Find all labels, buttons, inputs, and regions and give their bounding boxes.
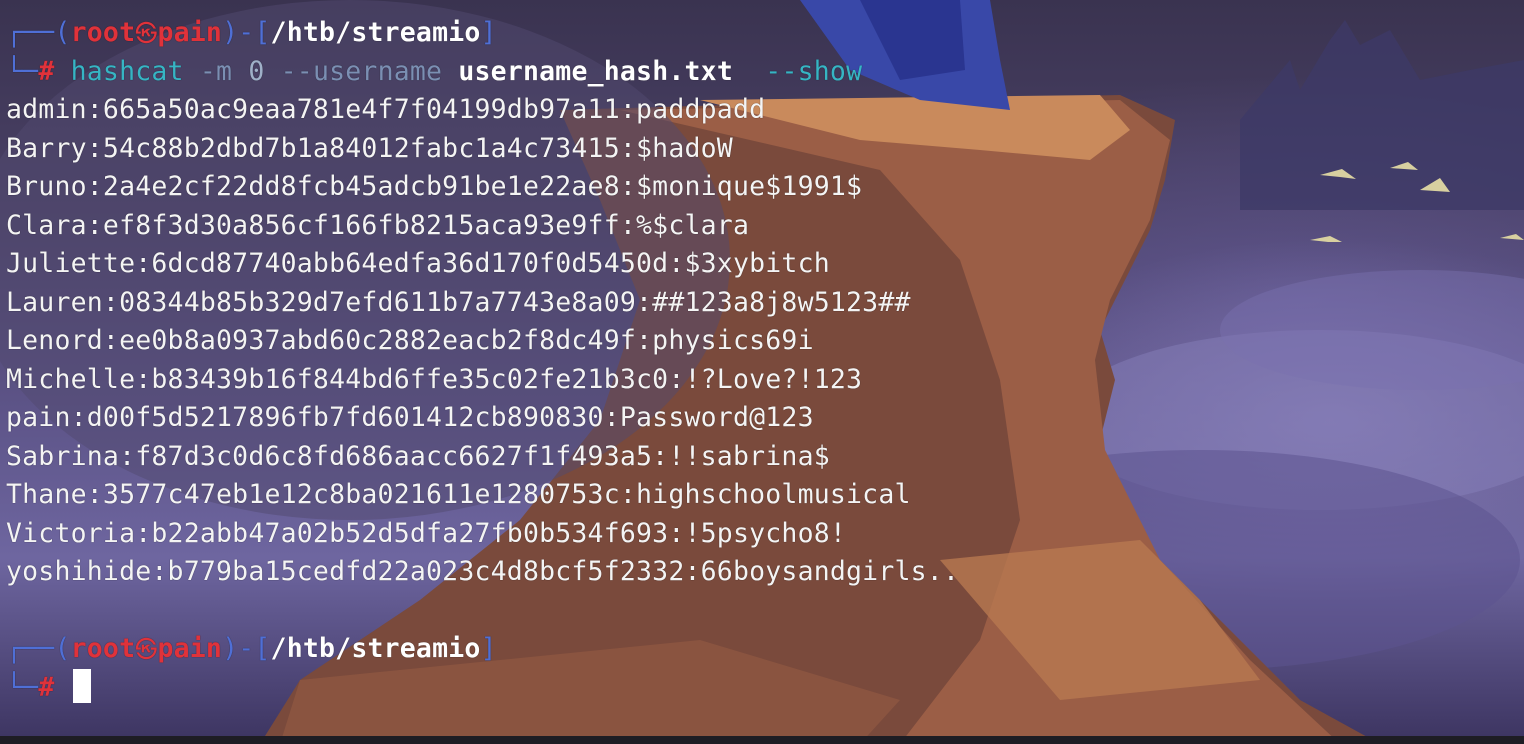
command-program: hashcat bbox=[70, 55, 184, 87]
prompt-path: /htb/streamio bbox=[270, 17, 481, 48]
prompt-host: pain bbox=[157, 17, 223, 48]
prompt-user: root bbox=[70, 633, 136, 664]
skull-icon: ㉿ bbox=[135, 22, 158, 47]
prompt-line: ┌──(root㉿pain)-[/htb/streamio] bbox=[6, 17, 497, 48]
output-line: Juliette:6dcd87740abb64edfa36d170f0d5450… bbox=[6, 248, 830, 279]
output-line: Lauren:08344b85b329d7efd611b7a7743e8a09:… bbox=[6, 286, 911, 318]
command-mode-value: 0 bbox=[248, 55, 265, 87]
command-file: username_hash.txt bbox=[458, 55, 733, 87]
prompt-box-corner: ┌──( bbox=[6, 633, 71, 664]
output-line: pain:d00f5d5217896fb7fd601412cb890830:Pa… bbox=[6, 402, 814, 433]
output-line: Bruno:2a4e2cf22dd8fcb45adcb91be1e22ae8:$… bbox=[6, 171, 863, 202]
prompt-box-corner: ┌──( bbox=[6, 17, 71, 48]
output-line: Clara:ef8f3d30a856cf166fb8215aca93e9ff:%… bbox=[6, 209, 750, 241]
text-cursor[interactable] bbox=[72, 668, 91, 703]
output-line: Victoria:b22abb47a02b52d5dfa27fb0b534f69… bbox=[6, 517, 847, 549]
skull-icon: ㉿ bbox=[135, 638, 158, 663]
prompt-line: ┌──(root㉿pain)-[/htb/streamio] bbox=[6, 633, 497, 664]
prompt-path: /htb/streamio bbox=[270, 633, 481, 664]
prompt-host: pain bbox=[157, 633, 223, 664]
output-line: Sabrina:f87d3c0d6c8fd686aacc6627f1f493a5… bbox=[6, 440, 830, 472]
command-show-flag: --show bbox=[765, 55, 863, 87]
command-mode-flag: -m bbox=[199, 55, 233, 87]
output-line: Lenord:ee0b8a0937abd60c2882eacb2f8dc49f:… bbox=[6, 325, 814, 356]
prompt-symbol: # bbox=[38, 55, 55, 87]
input-line[interactable]: └─# bbox=[6, 668, 1516, 708]
terminal[interactable]: ┌──(root㉿pain)-[/htb/streamio] └─# hashc… bbox=[6, 14, 1516, 707]
output-line: yoshihide:b779ba15cedfd22a023c4d8bcf5f23… bbox=[6, 556, 960, 587]
window-bottom-edge bbox=[0, 736, 1524, 744]
prompt-symbol: # bbox=[38, 671, 55, 703]
output-line: admin:665a50ac9eaa781e4f7f04199db97a11:p… bbox=[6, 94, 766, 125]
command-output: admin:665a50ac9eaa781e4f7f04199db97a11:p… bbox=[6, 91, 1516, 592]
output-line: Thane:3577c47eb1e12c8ba021611e1280753c:h… bbox=[6, 479, 911, 510]
command-username-flag: --username bbox=[280, 55, 443, 87]
output-line: Barry:54c88b2dbd7b1a84012fabc1a4c73415:$… bbox=[6, 132, 733, 164]
output-line: Michelle:b83439b16f844bd6ffe35c02fe21b3c… bbox=[6, 363, 863, 395]
command-line: └─# hashcat -m 0 --username username_has… bbox=[6, 55, 863, 87]
prompt-user: root bbox=[70, 17, 136, 48]
